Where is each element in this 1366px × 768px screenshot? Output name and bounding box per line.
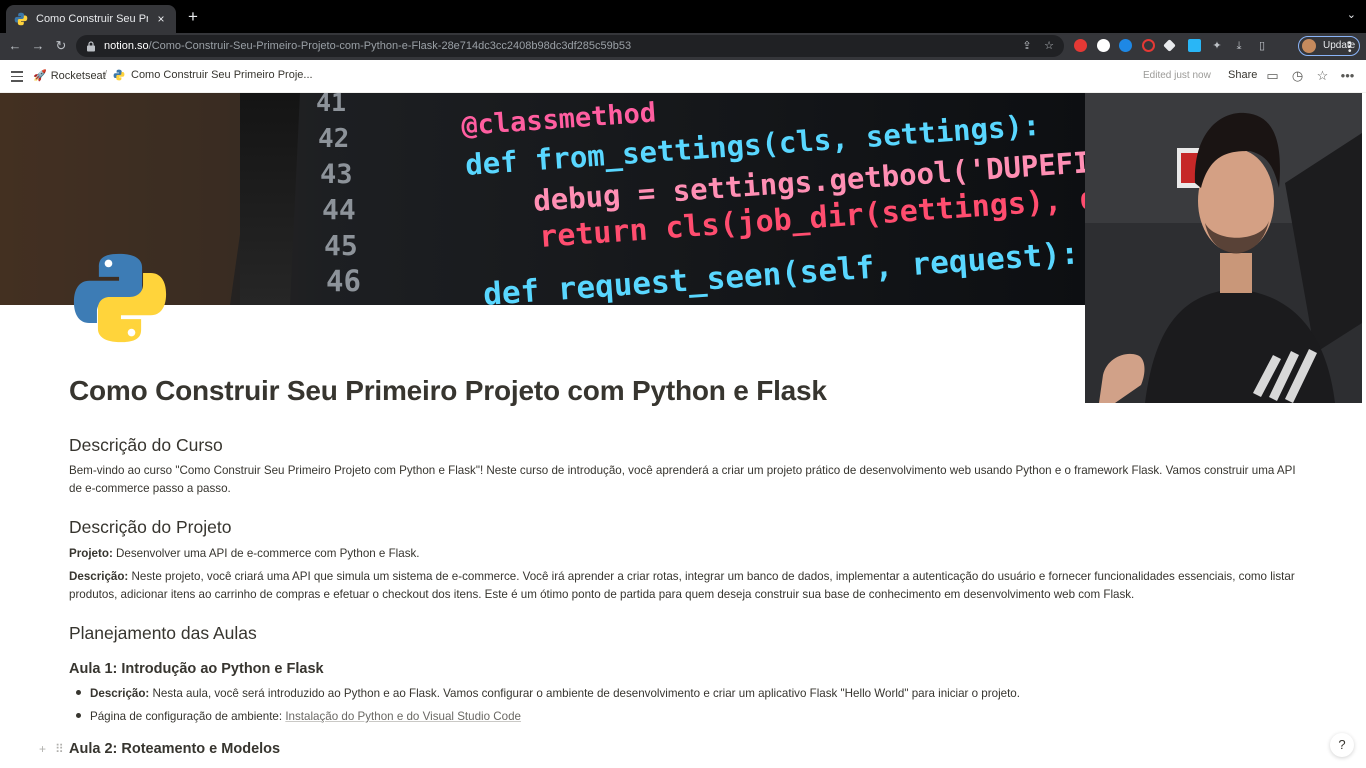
pen-extension-icon[interactable] [1163, 39, 1176, 52]
presenter-video-frame [1085, 93, 1362, 403]
heading-aula-1[interactable]: Aula 1: Introdução ao Python e Flask [69, 661, 324, 677]
url-path: /Como-Construir-Seu-Primeiro-Projeto-com… [148, 40, 632, 52]
notion-topbar: 🚀 Rocketseat / Como Construir Seu Primei… [0, 60, 1366, 93]
extensions-icon[interactable]: ✦ [1210, 39, 1224, 53]
favorite-star-icon[interactable]: ☆ [1315, 68, 1330, 83]
line-number: 41 [316, 93, 346, 117]
descricao-label: Descrição: [69, 570, 129, 583]
browser-tabstrip: Como Construir Seu Primeiro I × + ⌄ [0, 0, 1366, 33]
line-number: 45 [324, 229, 358, 262]
page-crumb-label: Como Construir Seu Primeiro Proje... [131, 69, 313, 81]
share-icon[interactable]: ⇪ [1020, 39, 1034, 53]
aula1-desc-label: Descrição: [90, 687, 150, 700]
address-bar[interactable]: notion.so/Como-Construir-Seu-Primeiro-Pr… [76, 35, 1064, 57]
list-item[interactable]: Descrição: Nesta aula, você será introdu… [76, 685, 1020, 703]
extension-icon[interactable] [1142, 39, 1155, 52]
drag-handle-icon[interactable]: ⠿ [55, 742, 64, 756]
heading-planejamento[interactable]: Planejamento das Aulas [69, 623, 257, 644]
share-button[interactable]: Share [1228, 69, 1257, 81]
aula1-desc-text: Nesta aula, você será introduzido ao Pyt… [149, 687, 1020, 700]
reload-icon[interactable]: ↻ [52, 37, 70, 55]
profile-avatar [1302, 39, 1316, 53]
extension-icon[interactable] [1097, 39, 1110, 52]
new-tab-button[interactable]: + [184, 7, 202, 27]
projeto-text: Desenvolver uma API de e-commerce com Py… [112, 547, 420, 560]
line-number: 46 [326, 264, 361, 298]
tab-search-icon[interactable]: ⌄ [1347, 8, 1356, 21]
more-options-icon[interactable]: ••• [1340, 68, 1355, 83]
url-host: notion.so [104, 40, 149, 52]
edited-status: Edited just now [1143, 70, 1211, 81]
bullet-dot [76, 713, 81, 719]
help-button[interactable]: ? [1330, 733, 1354, 757]
forward-icon[interactable]: → [29, 37, 47, 55]
paragraph-descricao[interactable]: Descrição: Neste projeto, você criará um… [69, 568, 1309, 603]
descricao-text: Neste projeto, você criará uma API que s… [69, 570, 1295, 601]
workspace-name: Rocketseat [50, 69, 106, 82]
page-title[interactable]: Como Construir Seu Primeiro Projeto com … [69, 375, 827, 407]
extension-icon[interactable] [1188, 39, 1201, 52]
bookmark-star-icon[interactable]: ☆ [1042, 39, 1056, 53]
tab-close-icon[interactable]: × [154, 12, 168, 26]
rocket-icon: 🚀 [33, 70, 47, 82]
download-icon[interactable]: ⤓ [1232, 39, 1246, 53]
back-icon[interactable]: ← [6, 37, 24, 55]
add-block-icon[interactable]: + [39, 742, 46, 756]
breadcrumb-page[interactable]: Como Construir Seu Primeiro Proje... [113, 69, 313, 81]
paragraph-curso[interactable]: Bem-vindo ao curso "Como Construir Seu P… [69, 462, 1309, 497]
projeto-label: Projeto: [69, 547, 113, 560]
code-lines: @classmethod def from_settings(cls, sett… [460, 97, 1085, 305]
sidebar-icon[interactable]: ▯ [1255, 39, 1269, 53]
list-item[interactable]: Página de configuração de ambiente: Inst… [76, 708, 521, 726]
heading-aula-2[interactable]: Aula 2: Roteamento e Modelos [69, 741, 280, 757]
bullet-dot [76, 690, 81, 696]
page-link-instalacao[interactable]: Instalação do Python e do Visual Studio … [285, 710, 521, 723]
extension-icon[interactable] [1074, 39, 1087, 52]
aula1-config-text: Página de configuração de ambiente: [90, 710, 286, 723]
webcam-video-overlay [1085, 93, 1362, 403]
python-icon [113, 69, 125, 81]
python-favicon-icon [14, 12, 28, 26]
paragraph-projeto[interactable]: Projeto: Desenvolver uma API de e-commer… [69, 545, 1309, 563]
line-number: 43 [320, 159, 353, 190]
line-number: 44 [322, 193, 356, 226]
heading-descricao-projeto[interactable]: Descrição do Projeto [69, 517, 231, 538]
breadcrumb-separator: / [104, 69, 108, 81]
hamburger-menu-icon[interactable] [11, 71, 23, 82]
breadcrumb-workspace[interactable]: 🚀 Rocketseat [33, 69, 106, 83]
browser-toolbar: ← → ↻ notion.so/Como-Construir-Seu-Prime… [0, 33, 1366, 60]
comment-icon[interactable]: ▭ [1265, 68, 1280, 83]
heading-descricao-curso[interactable]: Descrição do Curso [69, 435, 223, 456]
python-logo-page-icon[interactable] [72, 250, 168, 346]
lock-icon [87, 40, 95, 51]
history-clock-icon[interactable]: ◷ [1290, 68, 1305, 83]
tab-title: Como Construir Seu Primeiro I [36, 13, 148, 25]
browser-tab[interactable]: Como Construir Seu Primeiro I × [6, 5, 176, 33]
menu-kebab-icon[interactable]: • • • [1348, 39, 1352, 57]
extension-icon[interactable] [1119, 39, 1132, 52]
line-number: 42 [318, 124, 349, 154]
